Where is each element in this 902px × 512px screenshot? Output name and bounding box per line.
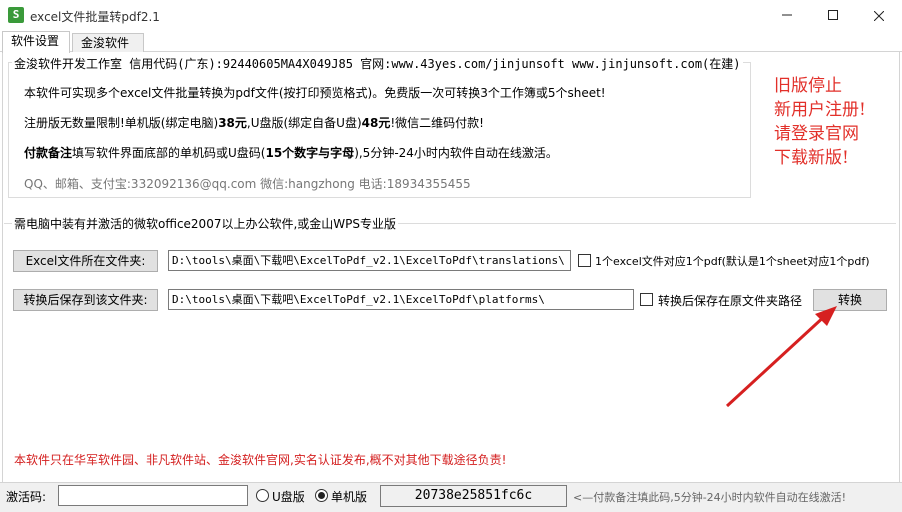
title-bar: S excel文件批量转pdf2.1	[0, 0, 902, 31]
info-line-3: 付款备注填写软件界面底部的单机码或U盘码(15个数字与字母),5分钟-24小时内…	[24, 144, 558, 161]
machine-code: 20738e25851fc6c	[380, 485, 567, 507]
annotation-arrow-icon	[725, 306, 837, 408]
tab-strip: 软件设置 金浚软件	[0, 31, 902, 53]
notice-line-1: 旧版停止	[774, 76, 842, 96]
one-file-one-pdf-label: 1个excel文件对应1个pdf(默认是1个sheet对应1个pdf)	[595, 255, 870, 268]
source-folder-button[interactable]: Excel文件所在文件夹:	[13, 250, 158, 272]
dest-folder-button[interactable]: 转换后保存到该文件夹:	[13, 289, 158, 311]
machine-code-tip: <—付款备注填此码,5分钟-24小时内软件自动在线激活!	[573, 491, 847, 504]
window-title: excel文件批量转pdf2.1	[30, 10, 160, 24]
download-warning: 本软件只在华军软件园、非凡软件站、金浚软件官网,实名认证发布,概不对其他下载途径…	[14, 453, 507, 467]
version-notice: 旧版停止 新用户注册! 请登录官网 下载新版!	[774, 74, 884, 170]
dest-folder-input[interactable]: D:\tools\桌面\下载吧\ExcelToPdf_v2.1\ExcelToP…	[168, 289, 634, 310]
source-folder-input[interactable]: D:\tools\桌面\下载吧\ExcelToPdf_v2.1\ExcelToP…	[168, 250, 571, 271]
standalone-version-label[interactable]: 单机版	[331, 488, 367, 505]
info-line-1: 本软件可实现多个excel文件批量转换为pdf文件(按打印预览格式)。免费版一次…	[24, 86, 606, 100]
radio-selected-dot	[318, 492, 325, 499]
activation-label: 激活码:	[6, 490, 47, 504]
info-line-3-b: 填写软件界面底部的单机码或U盘码(	[72, 146, 266, 160]
convert-group-legend: 需电脑中装有并激活的微软office2007以上办公软件,或金山WPS专业版	[12, 215, 398, 232]
info-line-2-a: 注册版无数量限制!单机版(绑定电脑)	[24, 116, 219, 130]
contact-info: QQ、邮箱、支付宝:332092136@qq.com 微信:hangzhong …	[24, 177, 471, 191]
save-original-path-checkbox[interactable]	[640, 293, 653, 306]
minimize-button[interactable]	[764, 0, 810, 30]
info-line-2-e: !微信二维码付款!	[390, 116, 484, 130]
info-line-3-d: ),5分钟-24小时内软件自动在线激活。	[354, 146, 558, 160]
usb-version-radio[interactable]	[256, 489, 269, 502]
info-line-2-c: ,U盘版(绑定自备U盘)	[246, 116, 362, 130]
notice-line-2: 新用户注册!	[774, 100, 866, 120]
tab-jinjun-software[interactable]: 金浚软件	[72, 33, 144, 52]
notice-line-4: 下载新版!	[774, 148, 849, 168]
maximize-button[interactable]	[810, 0, 856, 30]
activation-code-input[interactable]	[58, 485, 248, 506]
maximize-icon	[828, 7, 838, 23]
info-line-2-price-standalone: 38元	[218, 116, 247, 130]
info-line-3-a: 付款备注	[24, 146, 73, 160]
standalone-version-radio[interactable]	[315, 489, 328, 502]
tab-settings[interactable]: 软件设置	[2, 31, 70, 53]
one-file-one-pdf-checkbox[interactable]	[578, 254, 591, 267]
close-icon	[873, 5, 885, 24]
info-legend: 金浚软件开发工作室 信用代码(广东):92440605MA4X049J85 官网…	[12, 55, 743, 72]
info-line-2: 注册版无数量限制!单机版(绑定电脑)38元,U盘版(绑定自备U盘)48元!微信二…	[24, 114, 484, 131]
minimize-icon	[782, 7, 792, 23]
info-line-2-price-usb: 48元	[361, 116, 391, 130]
close-button[interactable]	[856, 0, 902, 30]
info-line-3-c: 15个数字与字母	[265, 146, 355, 160]
app-icon: S	[8, 7, 24, 23]
usb-version-label[interactable]: U盘版	[272, 488, 305, 505]
notice-line-3: 请登录官网	[774, 124, 859, 144]
